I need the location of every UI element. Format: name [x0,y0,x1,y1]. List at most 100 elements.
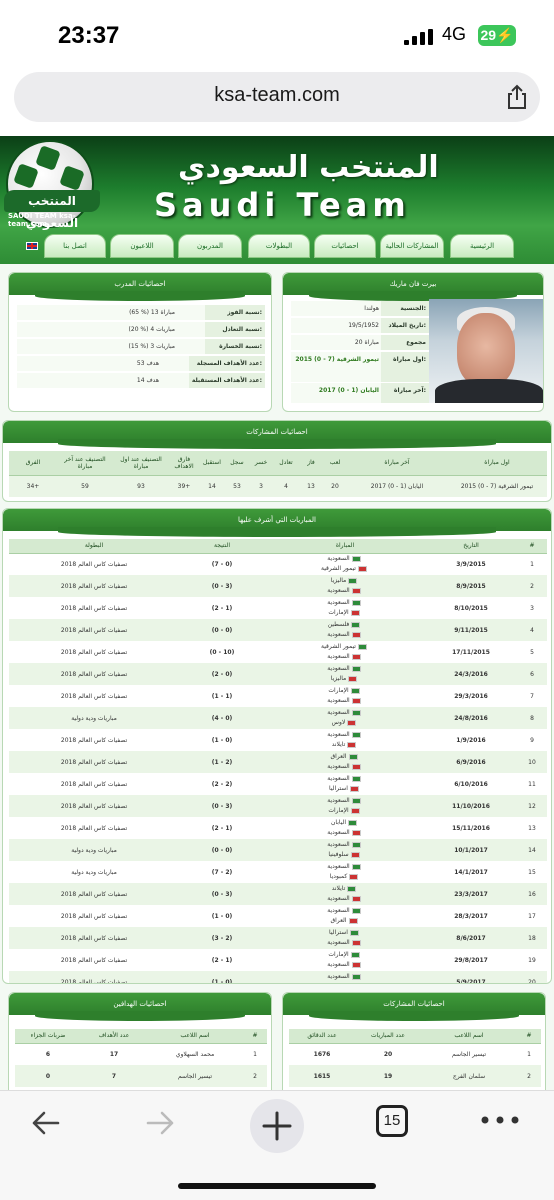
player-name[interactable]: سلمان الفرج [421,1065,517,1087]
forward-arrow-icon[interactable] [142,1105,178,1141]
match-tournament[interactable]: تصفيات كاس العالم 2018 [9,817,179,839]
match-score[interactable]: (10 - 0) [179,641,265,663]
match-score[interactable]: (0 - 7) [179,553,265,575]
player-name[interactable]: تيسير الجاسم [147,1065,243,1087]
match-score[interactable]: (2 - 3) [179,927,265,949]
match-teams[interactable]: تايلاند السعودية [265,883,425,905]
match-tournament[interactable]: تصفيات كاس العالم 2018 [9,641,179,663]
share-icon[interactable] [504,84,530,110]
match-date[interactable]: 14/1/2017 [425,861,517,883]
match-score[interactable]: (0 - 2) [179,663,265,685]
match-teams[interactable]: العراق السعودية [265,751,425,773]
address-bar[interactable]: ksa-team.com [14,72,540,122]
player-name[interactable]: محمد السهلاوي [147,1043,243,1065]
match-tournament[interactable]: تصفيات كاس العالم 2018 [9,773,179,795]
match-teams[interactable]: السعودية استراليا [265,773,425,795]
nav-coaches[interactable]: المدربون [178,234,242,258]
match-date[interactable]: 28/3/2017 [425,905,517,927]
match-teams[interactable]: تيمور الشرقية السعودية [265,641,425,663]
match-tournament[interactable]: تصفيات كاس العالم 2018 [9,729,179,751]
match-score[interactable]: (1 - 2) [179,597,265,619]
match-teams[interactable]: ماليزيا السعودية [265,575,425,597]
match-date[interactable]: 3/9/2015 [425,553,517,575]
match-score[interactable]: (3 - 0) [179,795,265,817]
match-score[interactable]: (0 - 0) [179,619,265,641]
match-date[interactable]: 9/11/2015 [425,619,517,641]
back-arrow-icon[interactable] [28,1105,64,1141]
match-date[interactable]: 1/9/2016 [425,729,517,751]
new-tab-button[interactable] [250,1099,304,1153]
match-tournament[interactable]: تصفيات كاس العالم 2018 [9,751,179,773]
nav-statistics[interactable]: احصائيات [314,234,376,258]
english-flag-icon[interactable] [26,242,38,250]
match-date[interactable]: 17/11/2015 [425,641,517,663]
match-date[interactable]: 8/9/2015 [425,575,517,597]
match-date[interactable]: 29/8/2017 [425,949,517,971]
match-teams[interactable]: الإمارات السعودية [265,949,425,971]
match-score[interactable]: (0 - 4) [179,707,265,729]
match-teams[interactable]: السعودية لاوس [265,707,425,729]
match-teams[interactable]: السعودية سلوفينيا [265,839,425,861]
match-tournament[interactable]: تصفيات كاس العالم 2018 [9,795,179,817]
match-tournament[interactable]: تصفيات كاس العالم 2018 [9,971,179,983]
match-teams[interactable]: استراليا السعودية [265,927,425,949]
match-tournament[interactable]: تصفيات كاس العالم 2018 [9,575,179,597]
match-teams[interactable]: فلسطين السعودية [265,619,425,641]
match-date[interactable]: 29/3/2016 [425,685,517,707]
nav-players[interactable]: اللاعبون [110,234,174,258]
match-date[interactable]: 6/10/2016 [425,773,517,795]
match-tournament[interactable]: تصفيات كاس العالم 2018 [9,663,179,685]
match-date[interactable]: 24/3/2016 [425,663,517,685]
match-tournament[interactable]: مباريات ودية دولية [9,707,179,729]
match-score[interactable]: (0 - 1) [179,729,265,751]
match-date[interactable]: 15/11/2016 [425,817,517,839]
match-score[interactable]: (2 - 7) [179,861,265,883]
match-score[interactable]: (0 - 1) [179,905,265,927]
match-teams[interactable]: الإمارات السعودية [265,685,425,707]
match-teams[interactable]: اليابان السعودية [265,817,425,839]
match-teams[interactable]: السعودية تيمور الشرقية [265,553,425,575]
match-date[interactable]: 5/9/2017 [425,971,517,983]
match-tournament[interactable]: مباريات ودية دولية [9,861,179,883]
player-name[interactable]: تيسير الجاسم [421,1043,517,1065]
match-score[interactable]: (0 - 0) [179,839,265,861]
match-tournament[interactable]: تصفيات كاس العالم 2018 [9,685,179,707]
match-tournament[interactable]: مباريات ودية دولية [9,839,179,861]
match-date[interactable]: 11/10/2016 [425,795,517,817]
match-date[interactable]: 24/8/2016 [425,707,517,729]
nav-tournaments[interactable]: البطولات [248,234,310,258]
match-score[interactable]: (1 - 2) [179,949,265,971]
url-text[interactable]: ksa-team.com [14,84,540,107]
match-teams[interactable]: السعودية تايلاند [265,729,425,751]
match-score[interactable]: (3 - 0) [179,883,265,905]
nav-current-participations[interactable]: المشاركات الحالية [380,234,444,258]
tabs-button[interactable]: 15 [376,1105,408,1137]
match-score[interactable]: (3 - 0) [179,575,265,597]
match-date[interactable]: 23/3/2017 [425,883,517,905]
match-score[interactable]: (1 - 1) [179,685,265,707]
match-score[interactable]: (2 - 2) [179,773,265,795]
match-date[interactable]: 8/6/2017 [425,927,517,949]
match-teams[interactable]: السعودية الإمارات [265,597,425,619]
match-tournament[interactable]: تصفيات كاس العالم 2018 [9,949,179,971]
match-date[interactable]: 8/10/2015 [425,597,517,619]
match-tournament[interactable]: تصفيات كاس العالم 2018 [9,553,179,575]
match-tournament[interactable]: تصفيات كاس العالم 2018 [9,597,179,619]
match-teams[interactable]: السعوديةاليابان [265,971,425,983]
nav-contact[interactable]: اتصل بنا [44,234,106,258]
match-teams[interactable]: السعودية كمبوديا [265,861,425,883]
match-tournament[interactable]: تصفيات كاس العالم 2018 [9,905,179,927]
match-teams[interactable]: السعودية العراق [265,905,425,927]
match-score[interactable]: (1 - 2) [179,817,265,839]
match-date[interactable]: 10/1/2017 [425,839,517,861]
match-teams[interactable]: السعودية ماليزيا [265,663,425,685]
more-icon[interactable] [480,1115,520,1125]
match-date[interactable]: 6/9/2016 [425,751,517,773]
match-score[interactable]: (2 - 1) [179,751,265,773]
match-teams[interactable]: السعودية الإمارات [265,795,425,817]
nav-home[interactable]: الرئيسية [450,234,514,258]
match-tournament[interactable]: تصفيات كاس العالم 2018 [9,619,179,641]
match-tournament[interactable]: تصفيات كاس العالم 2018 [9,927,179,949]
match-score[interactable]: (0 - 1) [179,971,265,983]
match-tournament[interactable]: تصفيات كاس العالم 2018 [9,883,179,905]
